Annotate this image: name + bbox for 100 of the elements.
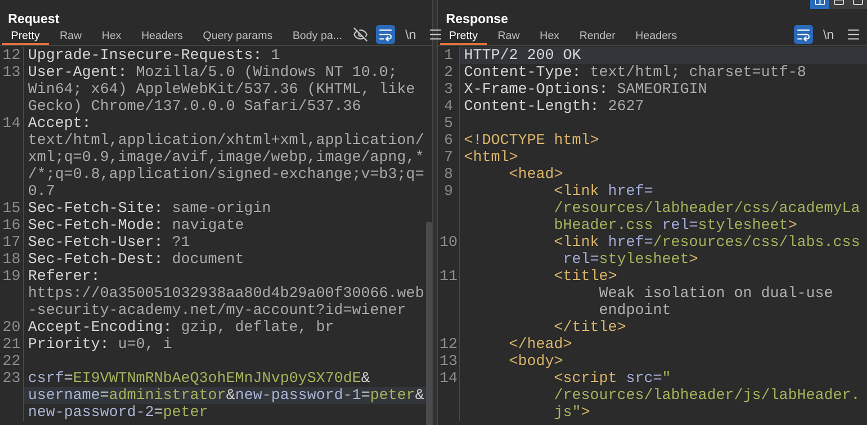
line-number: 23	[2, 370, 20, 387]
string: /resources/labheader/js/labHeader.	[554, 387, 860, 404]
attribute: href=	[607, 183, 654, 200]
attribute: src=	[625, 370, 662, 387]
tab[interactable]: Query params	[194, 29, 282, 45]
param-name: csrf	[28, 370, 64, 387]
param-name: new-password-2	[28, 404, 154, 421]
newline-toggle[interactable]: \n	[819, 25, 838, 44]
line-number: 3	[444, 81, 453, 98]
param-name: new-password-1	[235, 387, 362, 404]
line-number: 2	[444, 64, 453, 81]
wrap-toggle[interactable]	[376, 25, 396, 44]
line-number: 13	[2, 64, 20, 81]
header-name: User-Agent:	[28, 64, 128, 81]
line-number: 1	[444, 47, 453, 64]
header-value: 0.7	[28, 183, 56, 200]
symbol: &	[361, 370, 370, 387]
header-value: https://0a350051032938aa80d4b29a00f30066.web	[28, 285, 424, 302]
tab[interactable]: Pretty	[440, 29, 487, 45]
header-value: Gecko) Chrome/137.0.0.0 Safari/537.36	[28, 98, 362, 115]
header-name: Content-Type:	[464, 64, 582, 81]
menu-icon	[428, 27, 444, 42]
line-number: 14	[439, 370, 458, 387]
tab[interactable]: Raw	[488, 29, 529, 45]
tag: </title>	[554, 319, 626, 336]
string: /resources/css/labs.css	[653, 234, 860, 251]
header-value: /*;q=0.8,application/signed-exchange;v=b3;q=	[28, 166, 424, 183]
code-text: endpoint	[599, 302, 672, 319]
param-value: peter	[163, 404, 208, 421]
line-number: 12	[2, 47, 20, 64]
line-number: 15	[2, 200, 20, 217]
scrollbar-thumb[interactable]	[426, 222, 432, 425]
tab[interactable]: Hex	[530, 29, 568, 45]
header-value: same-origin	[171, 200, 272, 217]
attribute: rel=	[661, 217, 698, 234]
attribute: href=	[607, 234, 654, 251]
line-number: 8	[444, 166, 453, 183]
header-name: Accept:	[28, 115, 92, 132]
tag: </head>	[509, 336, 572, 353]
line-number: 20	[2, 319, 20, 336]
param-value: peter	[370, 387, 416, 404]
eye-off-icon	[353, 27, 368, 42]
header-name: Upgrade-Insecure-Requests:	[28, 47, 262, 64]
string: stylesheet	[599, 251, 690, 268]
tab[interactable]: Headers	[132, 29, 192, 45]
symbol: =	[154, 404, 164, 421]
line-number: 22	[2, 353, 20, 370]
param-name: username	[28, 387, 100, 404]
symbol: =	[361, 387, 370, 404]
attribute: rel=	[562, 251, 600, 268]
line-number: 6	[444, 132, 453, 149]
line-number: 17	[2, 234, 20, 251]
header-value: Win64; x64) AppleWebKit/537.36 (KHTML, like	[28, 81, 416, 98]
tag: <title>	[554, 268, 618, 285]
wrap-toggle[interactable]	[794, 25, 813, 44]
header-value: Mozilla/5.0 (Windows NT 10.0;	[135, 64, 398, 81]
header-value: text/html,application/xhtml+xml,application/	[28, 132, 424, 149]
symbol: &	[226, 387, 236, 404]
tag: >	[689, 251, 698, 268]
tab[interactable]: Headers	[626, 29, 686, 45]
string: bHeader.css	[554, 217, 654, 234]
header-name: Accept-Encoding:	[28, 319, 172, 336]
tag: <body>	[509, 353, 564, 370]
header-value: u=0, i	[117, 336, 172, 353]
line-number: 13	[439, 353, 458, 370]
line-number: 9	[444, 183, 453, 200]
line-number: 12	[439, 336, 458, 353]
header-name: Content-Length:	[464, 98, 600, 115]
line-number: 4	[444, 98, 453, 115]
wrap-icon	[378, 27, 394, 42]
tag: <link	[554, 234, 600, 251]
tag: <html>	[464, 149, 518, 166]
param-value: EI9VWTNmRNbAeQ3ohEMnJNvp0ySX70dE	[73, 370, 362, 387]
header-value: text/html; charset=utf-8	[589, 64, 806, 81]
tab[interactable]: Render	[570, 29, 624, 45]
header-value: SAMEORIGIN	[616, 81, 708, 98]
header-name: Sec-Fetch-User:	[28, 234, 164, 251]
header-value: xml;q=0.9,image/avif,image/webp,image/apng,*	[28, 149, 424, 166]
string: "	[662, 370, 672, 387]
code-text: Weak isolation on dual-use	[599, 285, 834, 302]
header-name: Referer:	[28, 268, 100, 285]
line-number: 7	[444, 149, 453, 166]
tab[interactable]: Hex	[92, 29, 130, 45]
header-value: navigate	[171, 217, 244, 234]
tab[interactable]: Raw	[50, 29, 91, 45]
hide-button[interactable]	[351, 25, 370, 44]
tab[interactable]: Body pa...	[284, 29, 352, 45]
symbol: =	[64, 370, 74, 387]
line-number: 18	[2, 251, 20, 268]
tag: >	[788, 217, 798, 234]
wrap-icon	[796, 27, 811, 42]
line-number: 21	[2, 336, 20, 353]
newline-toggle[interactable]: \n	[401, 25, 420, 44]
line-number: 11	[439, 268, 458, 285]
line-number: 16	[2, 217, 20, 234]
string: stylesheet	[698, 217, 788, 234]
tab[interactable]: Pretty	[2, 29, 49, 45]
symbol: =	[100, 387, 110, 404]
header-value: 2627	[607, 98, 644, 115]
panel-title: Response	[446, 10, 508, 28]
